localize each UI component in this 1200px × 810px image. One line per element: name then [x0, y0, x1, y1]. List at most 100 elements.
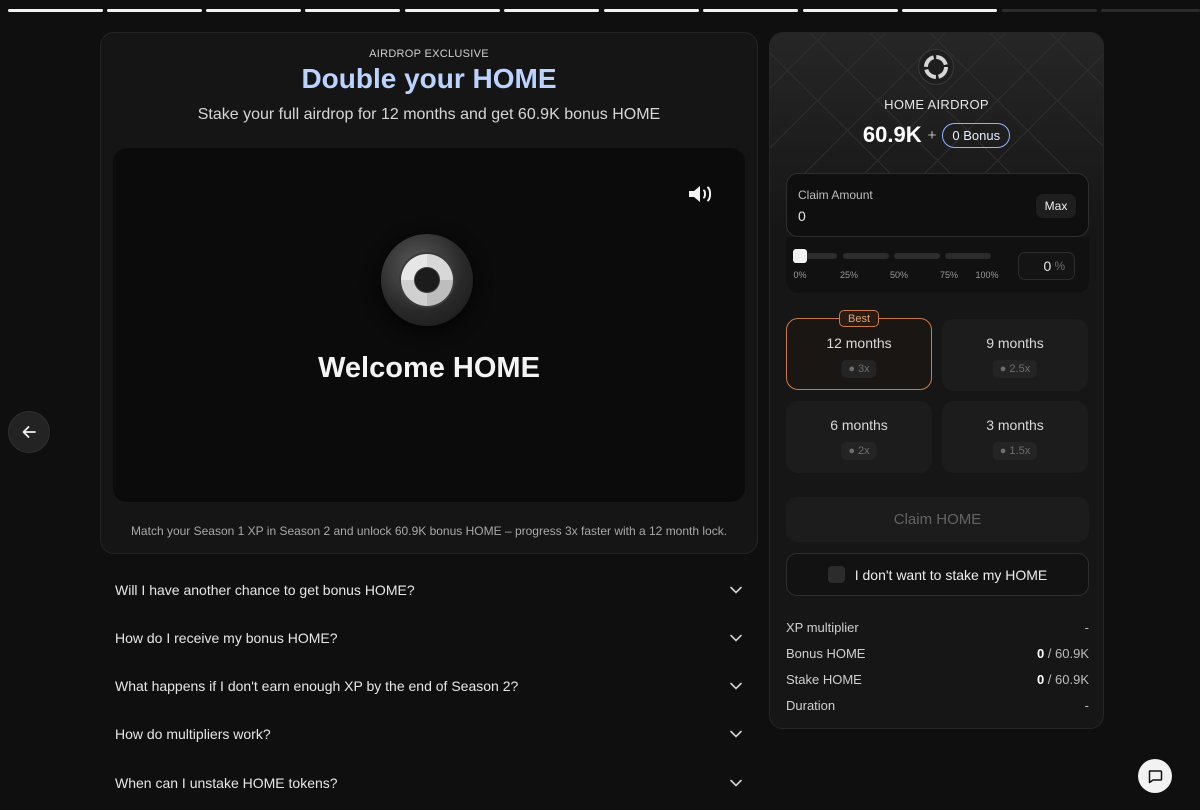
stat-row-duration: Duration -: [786, 695, 1089, 715]
multiplier-value: 2x: [858, 445, 870, 457]
flame-icon: ●: [848, 363, 856, 375]
speaker-icon[interactable]: [687, 182, 715, 206]
progress-segment: [902, 9, 997, 12]
multiplier-value: 3x: [858, 363, 870, 375]
stat-label: XP multiplier: [786, 619, 859, 635]
progress-segment: [8, 9, 103, 12]
stat-row-xp-multiplier: XP multiplier -: [786, 617, 1089, 637]
stat-value: -: [1084, 619, 1089, 635]
duration-option-9-months[interactable]: 9 months ● 2.5x: [942, 319, 1088, 391]
welcome-text: Welcome HOME: [318, 352, 540, 384]
max-button[interactable]: Max: [1036, 194, 1076, 218]
no-stake-checkbox[interactable]: [827, 566, 845, 583]
faq-item[interactable]: When can I unstake HOME tokens?: [100, 759, 758, 807]
progress-segment: [107, 9, 202, 12]
progress-segment: [604, 9, 699, 12]
progress-segment: [1101, 9, 1200, 12]
percent-input[interactable]: 0 %: [1018, 252, 1075, 280]
chevron-down-icon: [730, 586, 742, 594]
progress-segment: [405, 9, 500, 12]
flame-icon: ●: [999, 445, 1007, 457]
stat-value: 0 / 60.9K: [1037, 672, 1089, 687]
progress-segment: [305, 9, 400, 12]
claim-home-button[interactable]: Claim HOME: [786, 497, 1089, 542]
duration-option-3-months[interactable]: 3 months ● 1.5x: [942, 401, 1088, 473]
no-stake-label: I don't want to stake my HOME: [854, 566, 1048, 583]
progress-segment: [1002, 9, 1097, 12]
stat-label: Bonus HOME: [786, 645, 866, 661]
airdrop-label: HOME AIRDROP: [884, 97, 989, 112]
faq-question: How do I receive my bonus HOME?: [115, 630, 338, 646]
multiplier-chip: ● 1.5x: [992, 442, 1038, 460]
stat-label: Duration: [786, 697, 836, 713]
multiplier-chip: ● 2x: [841, 442, 877, 460]
chat-bubble-icon: [1148, 770, 1163, 784]
page-subtitle: Stake your full airdrop for 12 months an…: [197, 106, 661, 123]
duration-label: 12 months: [826, 335, 892, 351]
multiplier-value: 1.5x: [1009, 445, 1031, 457]
chevron-down-icon: [730, 730, 742, 738]
home-token-icon: [918, 49, 954, 85]
stat-value: -: [1084, 697, 1089, 713]
slider-tick[interactable]: 50%: [884, 270, 914, 280]
claim-amount-field[interactable]: Claim Amount 0 Max: [786, 173, 1089, 237]
home-logo-icon: [381, 234, 473, 326]
multiplier-value: 2.5x: [1009, 363, 1031, 375]
chevron-down-icon: [730, 682, 742, 690]
slider-tick[interactable]: 100%: [972, 270, 1002, 280]
slider-tick[interactable]: 25%: [834, 270, 864, 280]
plus-sign: +: [927, 126, 937, 144]
duration-option-12-months[interactable]: Best 12 months ● 3x: [786, 310, 932, 390]
faq-question: When can I unstake HOME tokens?: [115, 775, 338, 791]
no-stake-toggle[interactable]: I don't want to stake my HOME: [786, 553, 1089, 596]
claim-slider[interactable]: 0% 25% 50% 75% 100% 0 %: [786, 237, 1089, 293]
stat-row-stake-home: Stake HOME 0 / 60.9K: [786, 669, 1089, 689]
progress-segment: [206, 9, 301, 12]
claim-amount-input[interactable]: 0: [798, 208, 806, 224]
duration-label: 3 months: [986, 417, 1044, 433]
percent-sign: %: [1054, 259, 1065, 273]
progress-segment: [803, 9, 898, 12]
claim-amount-label: Claim Amount: [798, 188, 873, 202]
multiplier-chip: ● 3x: [841, 360, 877, 378]
faq-question: Will I have another chance to get bonus …: [115, 582, 415, 598]
stat-label: Stake HOME: [786, 671, 862, 687]
slider-track-segment[interactable]: [843, 253, 889, 259]
flame-icon: ●: [848, 445, 856, 457]
percent-value: 0: [1043, 258, 1052, 274]
multiplier-chip: ● 2.5x: [992, 360, 1038, 378]
back-button[interactable]: [8, 411, 50, 453]
duration-option-6-months[interactable]: 6 months ● 2x: [786, 401, 932, 473]
claim-panel: HOME AIRDROP 60.9K + 0 Bonus Claim Amoun…: [769, 32, 1104, 729]
eyebrow-label: AIRDROP EXCLUSIVE: [369, 48, 489, 60]
stat-value-total: / 60.9K: [1044, 645, 1089, 661]
stat-value-total: / 60.9K: [1044, 671, 1089, 687]
airdrop-amount-row: 60.9K + 0 Bonus: [770, 122, 1103, 148]
story-progress: [8, 9, 1200, 13]
chat-button[interactable]: [1138, 759, 1172, 793]
airdrop-amount: 60.9K: [862, 122, 922, 147]
welcome-video[interactable]: Welcome HOME: [113, 148, 745, 502]
flame-icon: ●: [999, 363, 1007, 375]
bonus-badge: 0 Bonus: [942, 122, 1011, 148]
faq-item[interactable]: How do multipliers work?: [100, 710, 758, 758]
stat-row-bonus-home: Bonus HOME 0 / 60.9K: [786, 643, 1089, 663]
faq-question: What happens if I don't earn enough XP b…: [115, 678, 519, 694]
slider-track-segment[interactable]: [945, 253, 991, 259]
chevron-down-icon: [730, 634, 742, 642]
progress-segment: [703, 9, 798, 12]
faq-question: How do multipliers work?: [115, 726, 271, 742]
duration-label: 9 months: [986, 335, 1044, 351]
faq-item[interactable]: What happens if I don't earn enough XP b…: [100, 662, 758, 710]
slider-track-segment[interactable]: [894, 253, 940, 259]
best-badge: Best: [839, 310, 880, 327]
slider-tick[interactable]: 0%: [785, 270, 815, 280]
chevron-down-icon: [730, 779, 742, 787]
promo-caption: Match your Season 1 XP in Season 2 and u…: [130, 524, 728, 538]
page-title: Double your HOME: [301, 63, 557, 94]
slider-tick[interactable]: 75%: [934, 270, 964, 280]
faq-item[interactable]: Will I have another chance to get bonus …: [100, 566, 758, 614]
slider-thumb[interactable]: [793, 249, 807, 263]
progress-segment: [504, 9, 599, 12]
faq-item[interactable]: How do I receive my bonus HOME?: [100, 614, 758, 662]
